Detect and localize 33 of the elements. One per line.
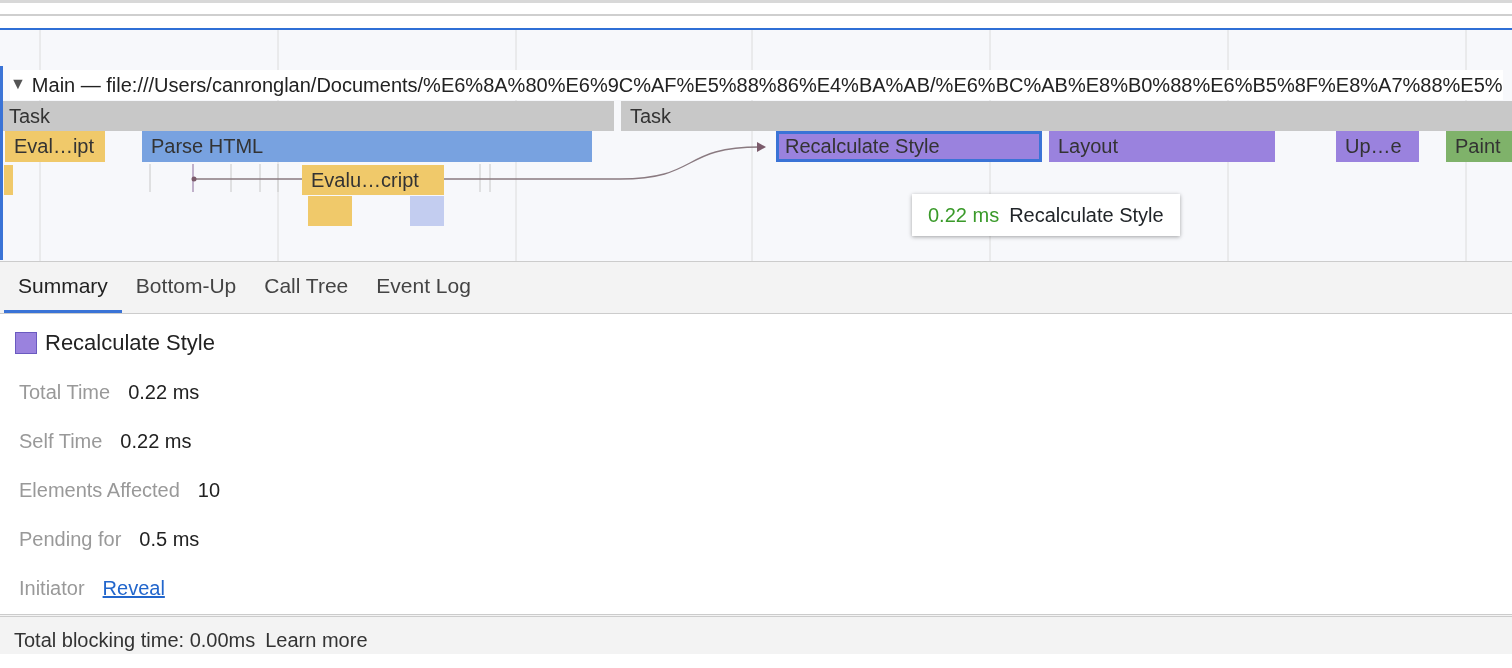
flame-bar[interactable]: Layout: [1049, 131, 1275, 162]
flame-bar[interactable]: Up…e: [1336, 131, 1419, 162]
flame-bar[interactable]: Task: [0, 101, 614, 131]
reveal-link[interactable]: Reveal: [102, 572, 165, 603]
tab[interactable]: Event Log: [362, 262, 485, 313]
flame-bar[interactable]: Evalu…cript: [302, 165, 444, 195]
flame-block[interactable]: [4, 165, 13, 195]
flame-block[interactable]: [410, 196, 444, 226]
tab[interactable]: Call Tree: [250, 262, 363, 313]
detail-label: Initiator: [19, 575, 85, 601]
detail-label: Pending for: [19, 526, 122, 552]
flame-bar[interactable]: Recalculate Style: [776, 131, 1042, 162]
tooltip-name: Recalculate Style: [1009, 203, 1164, 228]
flame-bar[interactable]: Parse HTML: [142, 131, 592, 162]
expand-toggle[interactable]: ▼: [10, 70, 26, 100]
detail-value: 0.22 ms: [120, 428, 192, 454]
flame-block[interactable]: [308, 196, 352, 226]
status-text: Total blocking time: 0.00ms: [14, 628, 256, 653]
detail-label: Total Time: [19, 379, 111, 405]
detail-value: 0.5 ms: [139, 526, 200, 552]
flame-bar[interactable]: Task: [621, 101, 1512, 131]
track-title: Main — file:///Users/canronglan/Documents/%E6%8A%80%E6%9C%AF%E5%88%86%E4%BA%AB/%E6%BC%AB%E8%B0%88%E6%B5%8F%E8%A7%88%E5%: [31, 73, 1503, 98]
summary-title: Recalculate Style: [45, 329, 215, 357]
tab[interactable]: Bottom-Up: [121, 262, 251, 313]
tooltip-duration: 0.22 ms: [928, 203, 1000, 228]
detail-value: 0.22 ms: [128, 379, 200, 405]
flame-bar[interactable]: Eval…ipt: [5, 131, 105, 162]
detail-label: Elements Affected: [19, 477, 180, 503]
detail-value: 10: [197, 477, 221, 503]
flame-bar[interactable]: Paint: [1446, 131, 1512, 162]
learn-more-link[interactable]: Learn more: [265, 625, 368, 654]
detail-label: Self Time: [19, 428, 103, 454]
tab[interactable]: Summary: [4, 262, 122, 313]
